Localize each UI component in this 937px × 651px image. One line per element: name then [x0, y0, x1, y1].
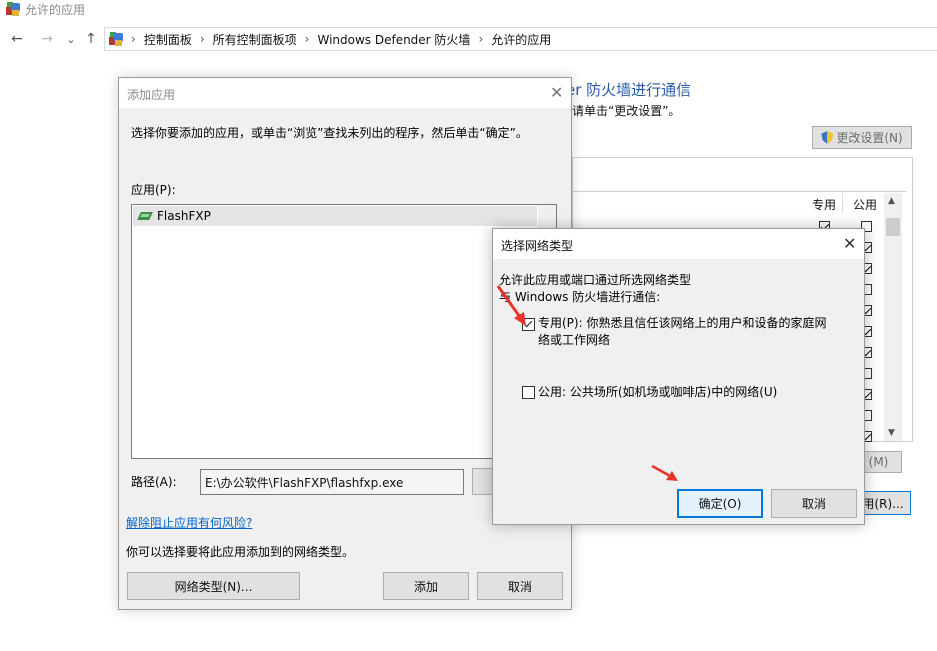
flashfxp-icon	[137, 210, 153, 222]
list-item[interactable]: FlashFXP	[133, 206, 537, 226]
public-network-label[interactable]: 公用: 公共场所(如机场或咖啡店)中的网络(U)	[538, 383, 828, 400]
scroll-down-icon[interactable]: ▼	[888, 428, 895, 438]
chevron-right-icon: ›	[199, 32, 205, 46]
column-header-public[interactable]: 公用	[853, 196, 877, 213]
path-label: 路径(A):	[131, 475, 177, 489]
network-hint-text: 你可以选择要将此应用添加到的网络类型。	[126, 545, 355, 559]
column-header-private[interactable]: 专用	[812, 196, 836, 213]
allowed-apps-heading: er 防火墙进行通信	[566, 81, 692, 99]
annotation-arrow-icon	[651, 464, 678, 481]
chevron-right-icon: ›	[304, 32, 310, 46]
scroll-up-icon[interactable]: ▲	[888, 196, 895, 206]
shield-icon	[821, 131, 834, 144]
cancel-button[interactable]: 取消	[477, 572, 563, 600]
add-app-instruction: 选择你要添加的应用，或单击“浏览”查找未列出的程序，然后单击“确定”。	[131, 126, 528, 140]
close-icon[interactable]: ✕	[843, 236, 856, 252]
recent-locations-chevron-icon[interactable]: ⌄	[62, 30, 80, 48]
public-network-checkbox[interactable]	[522, 386, 535, 399]
change-settings-label: 更改设置(N)	[836, 131, 903, 145]
dialog-title: 选择网络类型	[501, 239, 574, 253]
change-settings-button[interactable]: 更改设置(N)	[812, 126, 912, 149]
window-title: 允许的应用	[25, 2, 86, 17]
up-arrow-icon[interactable]: ↑	[82, 30, 100, 48]
address-bar[interactable]: › 控制面板 › 所有控制面板项 › Windows Defender 防火墙 …	[104, 27, 937, 51]
breadcrumb-item[interactable]: Windows Defender 防火墙	[317, 31, 470, 48]
path-field[interactable]: E:\办公软件\FlashFXP\flashfxp.exe	[200, 469, 464, 495]
app-name: FlashFXP	[157, 209, 211, 223]
cancel-button[interactable]: 取消	[771, 489, 857, 518]
unblock-risk-link[interactable]: 解除阻止应用有何风险?	[126, 514, 252, 531]
annotation-arrow-icon	[496, 285, 526, 326]
breadcrumb-item[interactable]: 控制面板	[144, 31, 192, 48]
back-arrow-icon[interactable]: ←	[8, 30, 26, 48]
breadcrumb-item[interactable]: 允许的应用	[491, 31, 551, 48]
ok-button[interactable]: 确定(O)	[677, 489, 763, 518]
forward-arrow-icon[interactable]: →	[38, 30, 56, 48]
private-network-label[interactable]: 专用(P): 你熟悉且信任该网络上的用户和设备的家庭网络或工作网络	[538, 315, 828, 349]
scroll-thumb[interactable]	[886, 218, 900, 236]
dialog-title-bar	[119, 78, 571, 108]
column-divider	[842, 193, 843, 213]
apps-label: 应用(P):	[131, 183, 176, 197]
chevron-right-icon: ›	[131, 32, 136, 46]
control-panel-app-icon	[6, 2, 20, 16]
chevron-right-icon: ›	[478, 32, 484, 46]
dialog-title: 添加应用	[127, 88, 176, 102]
window-title-bar: 允许的应用	[6, 0, 85, 18]
close-icon[interactable]: ✕	[550, 85, 563, 101]
add-button[interactable]: 添加	[383, 572, 469, 600]
network-types-button[interactable]: 网络类型(N)...	[127, 572, 300, 600]
allowed-apps-subtext: 请单击“更改设置”。	[572, 104, 681, 118]
breadcrumb-item[interactable]: 所有控制面板项	[213, 31, 297, 48]
control-panel-icon	[109, 32, 123, 46]
